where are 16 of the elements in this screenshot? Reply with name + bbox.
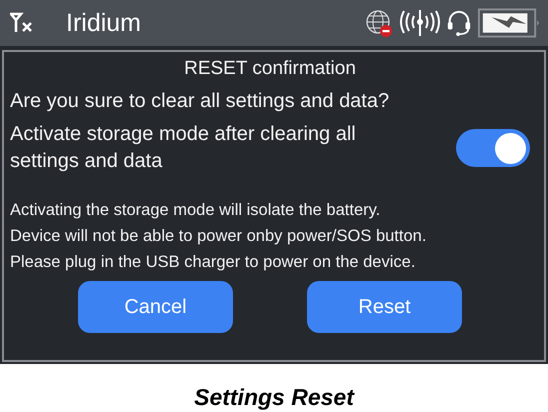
dialog-title: RESET confirmation: [183, 58, 357, 80]
storage-mode-label: Activate storage mode after clearing all settings and data: [10, 122, 357, 174]
broadcast-icon: [400, 8, 440, 38]
note-text: Activating the storage mode will isolate the battery.: [10, 200, 382, 221]
storage-mode-toggle[interactable]: [456, 129, 530, 167]
caption: Settings Reset: [193, 384, 356, 411]
headset-icon: [446, 8, 472, 38]
reset-button[interactable]: Reset: [307, 281, 462, 333]
battery-charging-icon: [478, 7, 540, 39]
question-text: Are you sure to clear all settings and data?: [10, 90, 390, 113]
no-signal-icon: [10, 12, 34, 34]
network-name: Iridium: [66, 8, 142, 38]
note-text: Device will not be able to power onby power/SOS button.: [10, 226, 428, 247]
cancel-button[interactable]: Cancel: [78, 281, 233, 333]
globe-blocked-icon: [364, 8, 394, 38]
note-text: Please plug in the USB charger to power on the device.: [10, 252, 416, 273]
